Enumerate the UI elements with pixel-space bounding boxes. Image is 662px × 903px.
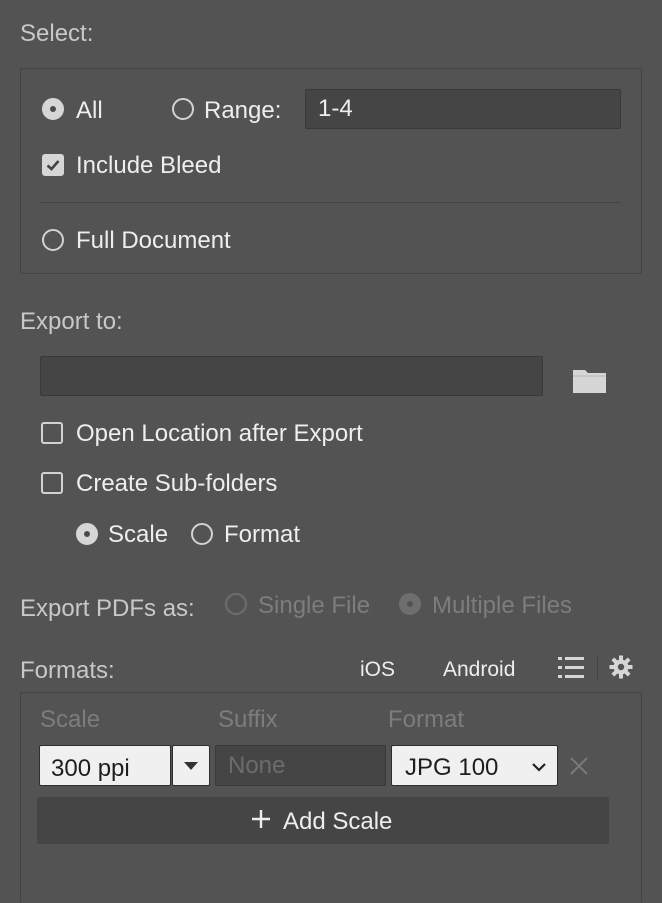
single-file-radio[interactable] <box>225 593 247 615</box>
include-bleed-label[interactable]: Include Bleed <box>76 152 221 180</box>
triangle-down-icon <box>184 762 198 770</box>
list-icon[interactable] <box>558 656 584 680</box>
select-panel: All Range: Include Bleed Full Document <box>20 68 642 274</box>
subfolder-scale-label[interactable]: Scale <box>108 521 168 549</box>
open-location-checkbox[interactable] <box>41 422 63 444</box>
subfolder-format-label[interactable]: Format <box>224 521 300 549</box>
scale-dropdown-button[interactable] <box>172 745 210 786</box>
checkmark-icon <box>46 160 60 171</box>
multiple-files-label[interactable]: Multiple Files <box>432 592 572 620</box>
open-location-label[interactable]: Open Location after Export <box>76 420 363 448</box>
column-scale: Scale <box>40 706 101 733</box>
remove-scale-icon[interactable] <box>569 756 589 776</box>
all-radio[interactable] <box>42 98 64 120</box>
include-bleed-checkbox[interactable] <box>42 154 64 176</box>
column-format: Format <box>388 706 465 733</box>
suffix-input[interactable] <box>215 745 386 786</box>
all-label[interactable]: All <box>76 97 103 125</box>
ios-button[interactable]: iOS <box>360 658 395 682</box>
subfolder-format-radio[interactable] <box>191 523 213 545</box>
range-input[interactable] <box>305 89 621 129</box>
single-file-label[interactable]: Single File <box>258 592 370 620</box>
export-to-heading: Export to: <box>20 308 123 335</box>
multiple-files-radio[interactable] <box>399 593 421 615</box>
scale-combobox[interactable]: 300 ppi <box>39 745 171 786</box>
format-select[interactable]: JPG 100 <box>391 745 558 786</box>
select-heading: Select: <box>20 20 94 47</box>
subfolder-scale-radio[interactable] <box>76 523 98 545</box>
export-pdfs-label: Export PDFs as: <box>20 595 195 622</box>
toolbar-separator <box>597 655 598 681</box>
range-radio[interactable] <box>172 98 194 120</box>
add-scale-button[interactable]: Add Scale <box>37 797 609 844</box>
export-path-input[interactable] <box>40 356 543 396</box>
android-button[interactable]: Android <box>443 658 515 682</box>
create-subfolders-label[interactable]: Create Sub-folders <box>76 470 277 498</box>
formats-panel: Scale Suffix Format 300 ppi JPG 100 Add … <box>20 692 642 903</box>
format-value: JPG 100 <box>405 754 499 781</box>
scale-value: 300 ppi <box>51 755 130 782</box>
full-document-radio[interactable] <box>42 229 64 251</box>
select-divider <box>41 202 621 203</box>
formats-heading: Formats: <box>20 657 115 684</box>
create-subfolders-checkbox[interactable] <box>41 472 63 494</box>
plus-icon <box>252 810 270 828</box>
range-label[interactable]: Range: <box>204 97 281 125</box>
add-scale-label: Add Scale <box>283 808 393 835</box>
chevron-down-icon <box>532 763 546 772</box>
full-document-label[interactable]: Full Document <box>76 227 231 255</box>
folder-icon[interactable] <box>572 366 608 394</box>
gear-icon[interactable] <box>609 655 633 679</box>
column-suffix: Suffix <box>218 706 278 733</box>
